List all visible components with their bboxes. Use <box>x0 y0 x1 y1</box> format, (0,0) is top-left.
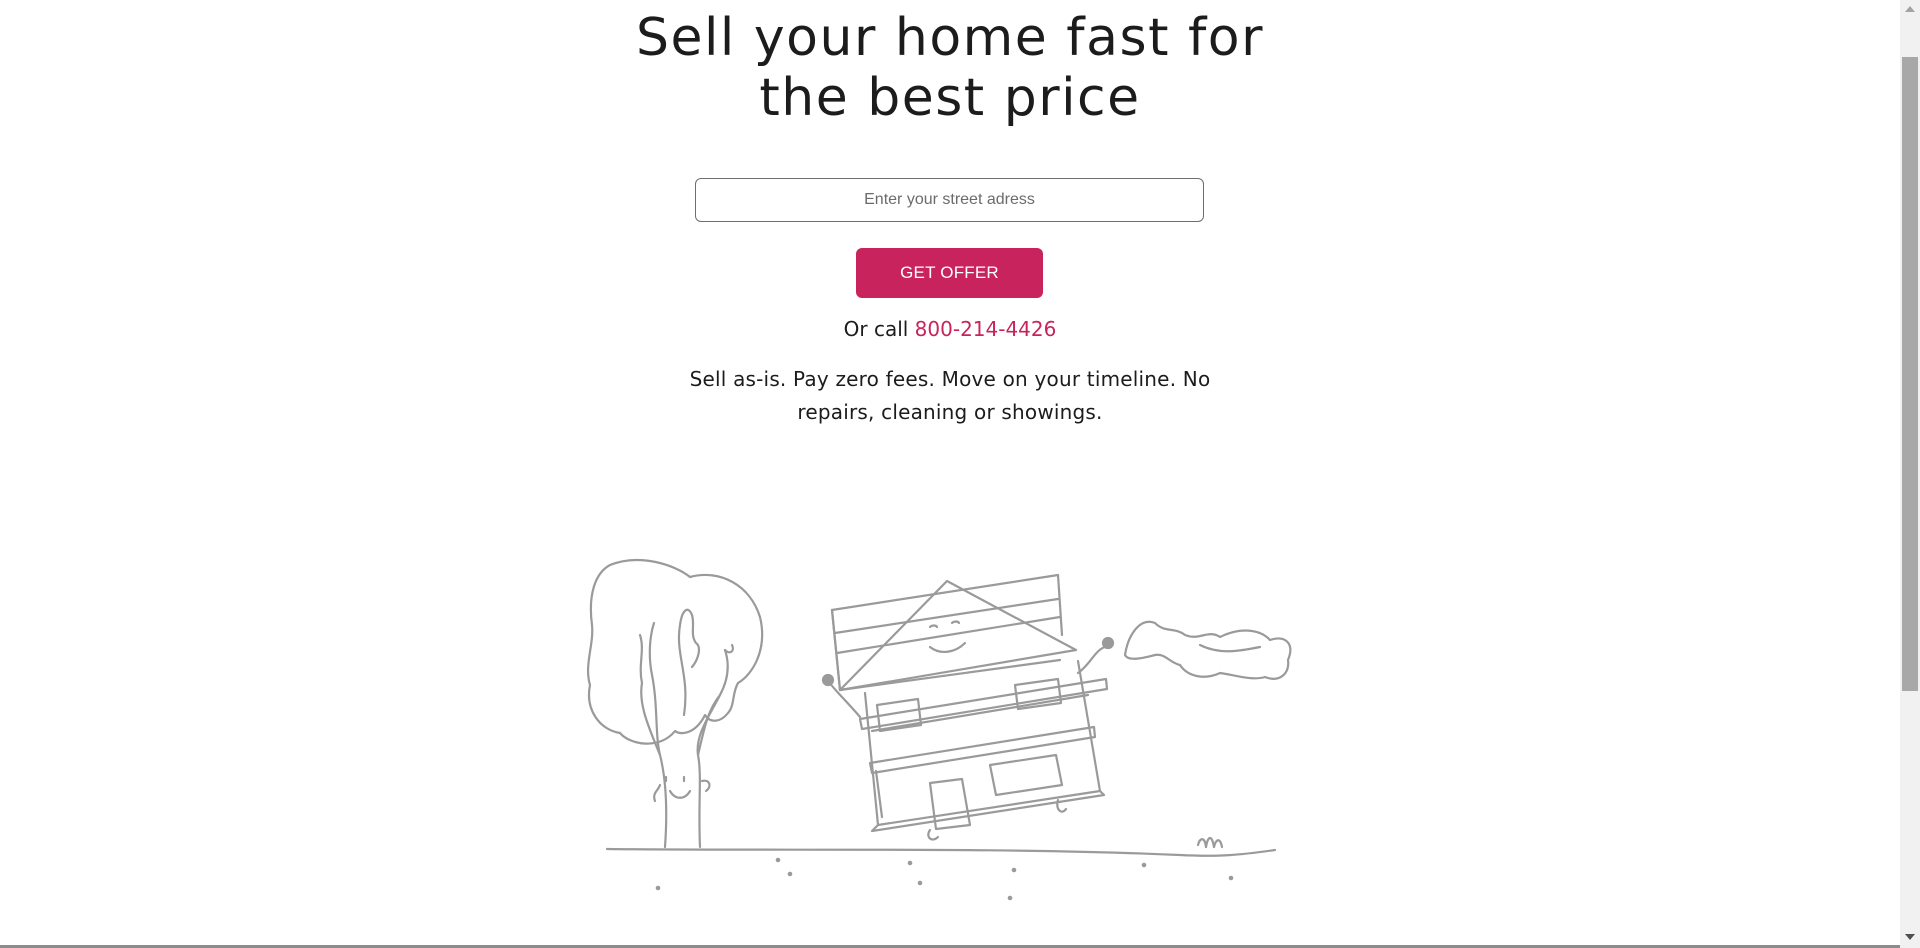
hero-title-line-1: Sell your home fast for <box>635 8 1264 68</box>
street-address-input[interactable] <box>695 178 1204 222</box>
house-illustration <box>586 558 1292 901</box>
scroll-up-arrow-icon[interactable] <box>1905 6 1915 12</box>
ground-drawing <box>605 836 1277 901</box>
hero-title: Sell your home fast for the best price <box>0 8 1900 128</box>
phone-link[interactable]: 800-214-4426 <box>915 317 1057 341</box>
scroll-down-arrow-icon[interactable] <box>1905 934 1915 940</box>
cloud-drawing <box>1123 620 1292 680</box>
value-proposition: Sell as-is. Pay zero fees. Move on your … <box>689 367 1211 424</box>
get-offer-button[interactable]: GET OFFER <box>856 248 1043 298</box>
scrollbar-thumb[interactable] <box>1902 57 1918 691</box>
landing-page: Sell your home fast for the best price G… <box>0 0 1900 948</box>
call-line: Or call 800-214-4426 <box>0 317 1900 341</box>
call-prefix: Or call <box>843 317 909 341</box>
hero-title-line-2: the best price <box>759 68 1141 128</box>
vertical-scrollbar[interactable] <box>1900 0 1920 948</box>
tree-drawing <box>586 558 764 849</box>
walking-house-drawing <box>821 573 1115 841</box>
